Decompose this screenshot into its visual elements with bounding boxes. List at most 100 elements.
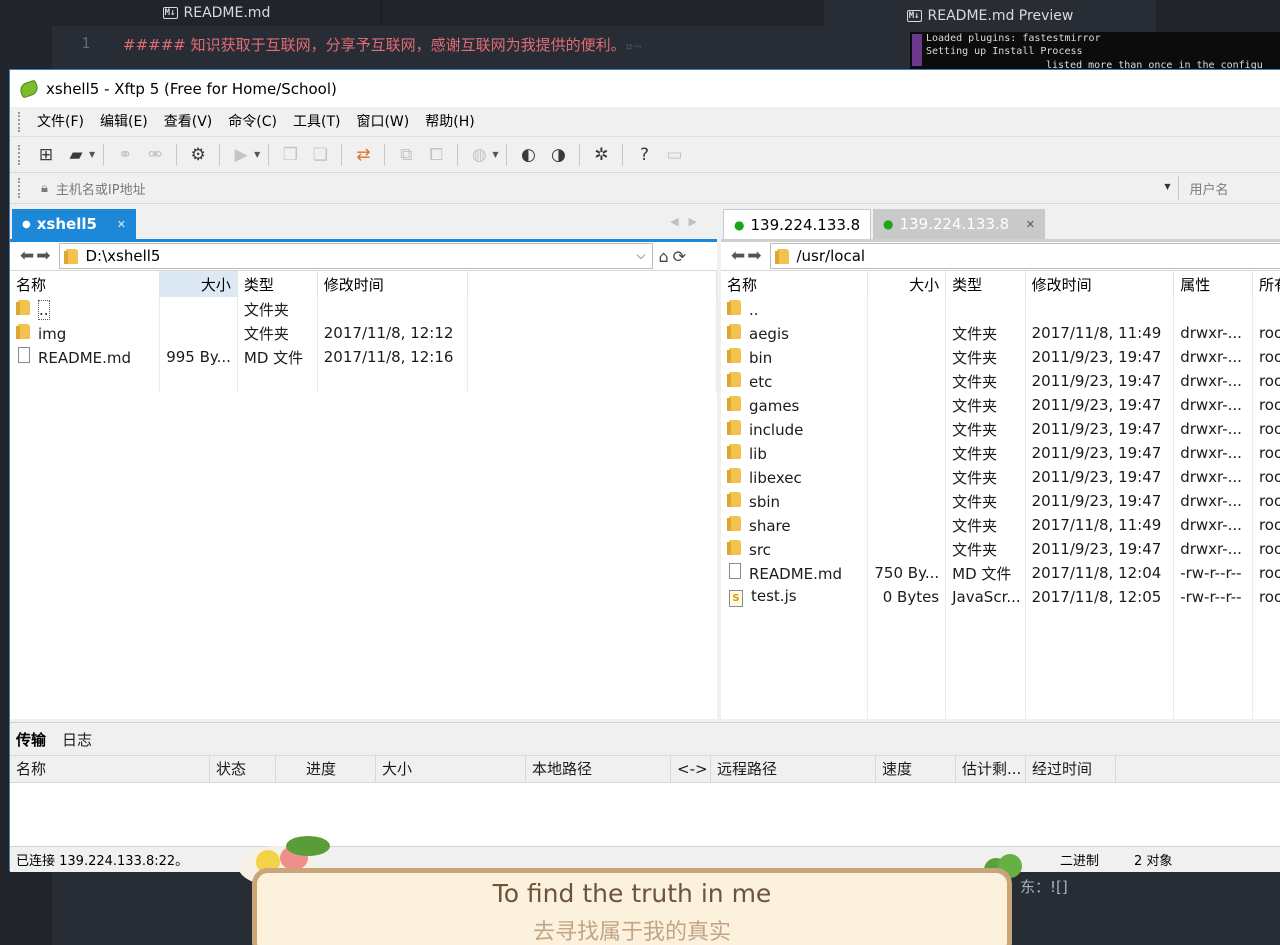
table-row[interactable]: README.md 750 By... MD 文件 2017/11/8, 12:04-…	[721, 561, 1280, 585]
local-file-table: ^ 名称 大小 类型 修改时间 .. 文件夹 img 文件夹 2017/11/8,…	[10, 271, 718, 393]
table-row[interactable]: share 文件夹2017/11/8, 11:49drwxr-...roo	[721, 513, 1280, 537]
table-row[interactable]: src 文件夹2011/9/23, 19:47drwxr-...roo	[721, 537, 1280, 561]
table-row[interactable]: README.md 995 By... MD 文件 2017/11/8, 12:…	[10, 345, 718, 369]
table-row[interactable]: img 文件夹 2017/11/8, 12:12	[10, 321, 718, 345]
toolbar-grip[interactable]	[18, 178, 21, 198]
toolbar-grip[interactable]	[18, 111, 21, 132]
column-header-name[interactable]: ^ 名称	[721, 271, 869, 297]
column-header-elapsed[interactable]: 经过时间	[1026, 756, 1116, 782]
tab-remote-1[interactable]: ● 139.224.133.8	[723, 209, 871, 239]
close-icon[interactable]: ✕	[117, 218, 126, 231]
file-attributes: drwxr-...	[1173, 393, 1253, 417]
column-header-owner[interactable]: 所有	[1252, 271, 1280, 297]
session-properties-icon[interactable]: ⚙	[185, 142, 211, 168]
sync-transfer-icon[interactable]: ⇄	[350, 142, 376, 168]
folder-icon	[727, 371, 741, 387]
local-path-input[interactable]: D:\xshell5 ⌵	[58, 243, 653, 269]
close-icon[interactable]: ✕	[1026, 218, 1035, 231]
column-header-size[interactable]: 大小	[159, 271, 238, 297]
column-header-modified[interactable]: 修改时间	[1025, 271, 1175, 297]
xftp-icon[interactable]: ◑	[545, 142, 571, 168]
file-size	[867, 489, 947, 513]
table-row[interactable]: sbin 文件夹2011/9/23, 19:47drwxr-...roo	[721, 489, 1280, 513]
xshell-icon[interactable]: ◐	[515, 142, 541, 168]
connect-icon[interactable]: ⚭	[112, 142, 138, 168]
table-row[interactable]: games 文件夹2011/9/23, 19:47drwxr-...roo	[721, 393, 1280, 417]
column-header-speed[interactable]: 速度	[876, 756, 956, 782]
table-row[interactable]: lib 文件夹2011/9/23, 19:47drwxr-...roo	[721, 441, 1280, 465]
tab-xshell5[interactable]: ● xshell5 ✕	[12, 209, 136, 239]
tab-scroll-arrows-icon[interactable]: ◀▶	[670, 215, 707, 228]
tab-log[interactable]: 日志	[62, 729, 92, 750]
menu-view[interactable]: 查看(V)	[156, 110, 221, 134]
table-row[interactable]: etc 文件夹2011/9/23, 19:47drwxr-...roo	[721, 369, 1280, 393]
new-session-icon[interactable]: ⊞	[33, 142, 59, 168]
column-header-modified[interactable]: 修改时间	[317, 271, 468, 297]
table-row[interactable]: Stest.js 0 Bytes JavaScr... 2017/11/8, 12:0…	[721, 585, 1280, 609]
column-header-remote-path[interactable]: 远程路径	[711, 756, 876, 782]
column-header-status[interactable]: 状态	[210, 756, 276, 782]
remote-path-input[interactable]: /usr/local	[769, 243, 1280, 269]
tab-remote-2[interactable]: ● 139.224.133.8 ✕	[873, 209, 1045, 239]
column-header-local-path[interactable]: 本地路径	[526, 756, 671, 782]
editor-tab-readme[interactable]: M↓ README.md	[52, 0, 382, 26]
host-input[interactable]: 🔒︎ 主机名或IP地址 ▼	[29, 176, 1179, 200]
gear-icon[interactable]: ✲	[588, 142, 614, 168]
column-header-type[interactable]: 类型	[237, 271, 318, 297]
paste-file-icon[interactable]: ❏	[307, 142, 333, 168]
chat-icon[interactable]: ▭	[661, 142, 687, 168]
editor-line[interactable]: ##### 知识获取于互联网，分享予互联网，感谢互联网为我提供的便利。¤¬	[123, 34, 642, 55]
tab-transfers[interactable]: 传输	[16, 729, 46, 750]
column-header-type[interactable]: 类型	[945, 271, 1026, 297]
username-input[interactable]: 用户名	[1178, 176, 1280, 200]
toolbar-grip[interactable]	[18, 144, 21, 165]
column-header-name[interactable]: ^ 名称	[10, 271, 161, 297]
column-header-attributes[interactable]: 属性	[1173, 271, 1253, 297]
column-header-size[interactable]: 大小	[867, 271, 947, 297]
disconnect-icon[interactable]: ⚮	[142, 142, 168, 168]
forward-arrow-icon[interactable]: ➡	[747, 246, 761, 266]
table-row[interactable]: bin 文件夹2011/9/23, 19:47drwxr-...roo	[721, 345, 1280, 369]
column-header-direction[interactable]: <->	[671, 756, 711, 782]
file-name: bin	[749, 348, 773, 367]
menu-file[interactable]: 文件(F)	[29, 110, 92, 134]
file-owner: roo	[1252, 561, 1280, 585]
menu-help[interactable]: 帮助(H)	[417, 110, 482, 134]
menu-command[interactable]: 命令(C)	[220, 110, 285, 134]
refresh-icon[interactable]: ⌂⟳	[659, 247, 691, 266]
title-bar[interactable]: xshell5 - Xftp 5 (Free for Home/School)	[10, 70, 1280, 107]
copy-file-icon[interactable]: ❐	[277, 142, 303, 168]
column-header-size[interactable]: 大小	[376, 756, 526, 782]
play-icon[interactable]: ▶	[228, 142, 254, 168]
menu-tools[interactable]: 工具(T)	[285, 110, 348, 134]
transfer-list[interactable]	[10, 783, 1280, 845]
table-row[interactable]: .. 文件夹	[10, 297, 718, 321]
lyric-widget[interactable]: To find the truth in me 去寻找属于我的真实	[252, 868, 1012, 945]
chevron-down-icon[interactable]: ▼	[492, 150, 498, 159]
chevron-down-icon[interactable]: ▼	[254, 150, 260, 159]
empty-area	[10, 369, 718, 393]
chevron-down-icon[interactable]: ▼	[89, 150, 95, 159]
globe-icon[interactable]: ◍	[466, 142, 492, 168]
chevron-down-icon[interactable]: ⌵	[636, 248, 645, 263]
open-folder-icon[interactable]: ▰	[63, 142, 89, 168]
column-header-progress[interactable]: 进度	[276, 756, 376, 782]
toolbar-separator	[341, 143, 343, 166]
back-arrow-icon[interactable]: ⬅	[731, 246, 745, 266]
paste-icon[interactable]: ⧠	[423, 142, 449, 168]
forward-arrow-icon[interactable]: ➡	[36, 246, 50, 266]
table-row[interactable]: libexec 文件夹2011/9/23, 19:47drwxr-...roo	[721, 465, 1280, 489]
transfer-mode[interactable]: 二进制	[1060, 850, 1099, 869]
column-header-name[interactable]: 名称	[10, 756, 210, 782]
table-row[interactable]: ..	[721, 297, 1280, 321]
help-icon[interactable]: ?	[631, 142, 657, 168]
table-row[interactable]: include 文件夹2011/9/23, 19:47drwxr-...roo	[721, 417, 1280, 441]
copy-icon[interactable]: ⧉	[393, 142, 419, 168]
table-row[interactable]: aegis 文件夹2017/11/8, 11:49drwxr-...roo	[721, 321, 1280, 345]
editor-tab-preview[interactable]: M↓ README.md Preview	[824, 0, 1156, 32]
chevron-down-icon[interactable]: ▼	[1164, 182, 1170, 191]
column-header-remaining[interactable]: 估计剩...	[956, 756, 1026, 782]
menu-edit[interactable]: 编辑(E)	[92, 110, 156, 134]
back-arrow-icon[interactable]: ⬅	[20, 246, 34, 266]
menu-window[interactable]: 窗口(W)	[348, 110, 417, 134]
